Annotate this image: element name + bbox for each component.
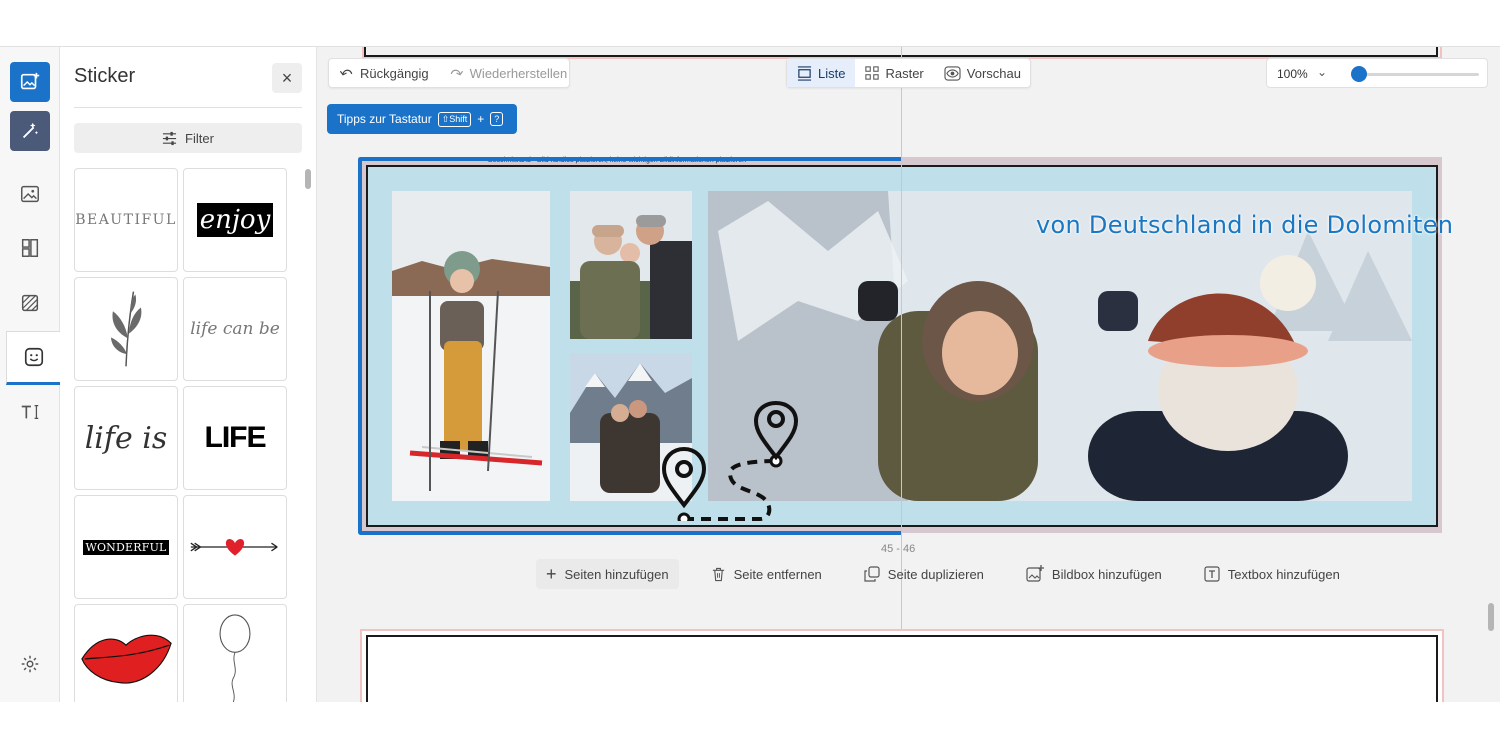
list-view-icon [797, 65, 812, 81]
zoom-slider-knob[interactable] [1351, 66, 1367, 82]
page-numbers: 45 - 46 [881, 543, 916, 555]
close-icon: × [281, 67, 293, 88]
next-spread-page[interactable] [366, 635, 1438, 702]
sticker-lips[interactable] [74, 604, 178, 702]
sticker-life-is-text: life is [84, 420, 168, 456]
redo-button[interactable]: Wiederherstellen [439, 59, 578, 87]
background-pattern-icon [21, 294, 39, 312]
stickers-button[interactable] [6, 331, 60, 385]
gear-icon [21, 655, 39, 673]
sticker-heart-arrow[interactable] [183, 495, 287, 599]
workspace-scrollbar-thumb[interactable] [1488, 603, 1494, 631]
selection-outline [358, 157, 902, 535]
chevron-down-icon[interactable]: ⌄ [1317, 65, 1327, 79]
layout-icon [21, 239, 39, 257]
workspace: Beschnittrand - Bild randlos platzieren,… [318, 47, 1500, 702]
leaf-branch-icon [111, 291, 142, 367]
image-plus-icon [20, 72, 40, 90]
redo-label: Wiederherstellen [469, 65, 568, 81]
sticker-life-text: LIFE [204, 421, 267, 454]
sticker-life-is[interactable]: life is [74, 386, 178, 490]
image-add-icon [1026, 565, 1044, 582]
view-grid-label: Raster [885, 65, 924, 81]
question-key-icon: ? [490, 112, 504, 126]
spread-headline[interactable]: von Deutschland in die Dolomiten [1036, 211, 1453, 239]
zoom-control: 100% ⌄ [1266, 58, 1488, 88]
trash-icon [712, 567, 724, 582]
view-grid-button[interactable]: Raster [855, 59, 933, 87]
plus-sign: + [477, 112, 485, 126]
sticker-life-can-be-text: life can be [190, 319, 280, 339]
view-list-button[interactable]: Liste [787, 59, 856, 87]
sticker-icon [24, 347, 43, 367]
view-list-label: Liste [818, 65, 846, 81]
undo-button[interactable]: Rückgängig [329, 59, 439, 87]
text-cursor-icon [21, 404, 39, 420]
filter-button[interactable]: Filter [74, 123, 302, 153]
filter-label: Filter [185, 130, 214, 146]
settings-button[interactable] [10, 644, 50, 684]
duplicate-icon [864, 566, 880, 582]
sticker-wonderful[interactable]: WONDERFUL [74, 495, 178, 599]
keyboard-tips-button[interactable]: Tipps zur Tastatur ⇧Shift + ? [327, 104, 517, 134]
sticker-panel: Sticker × Filter BEAUTIFUL enjoy life ca… [60, 47, 317, 702]
image-icon [21, 185, 39, 203]
layouts-button[interactable] [10, 228, 50, 268]
preview-label: Vorschau [966, 65, 1021, 81]
zoom-select[interactable]: 100% [1277, 67, 1308, 81]
remove-page-label: Seite entfernen [733, 566, 822, 582]
grid-view-icon [865, 66, 880, 80]
add-photos-button[interactable] [10, 62, 50, 102]
duplicate-page-label: Seite duplizieren [887, 566, 984, 582]
shift-key-icon: ⇧Shift [437, 111, 472, 127]
sticker-beautiful[interactable]: BEAUTIFUL [74, 168, 178, 272]
sticker-enjoy[interactable]: enjoy [183, 168, 287, 272]
panel-scrollbar-thumb[interactable] [305, 169, 311, 189]
add-pages-button[interactable]: + Seiten hinzufügen [536, 559, 679, 589]
close-panel-button[interactable]: × [272, 63, 302, 93]
text-button[interactable] [10, 392, 50, 432]
view-toolbar: Liste Raster Vorschau [786, 58, 1031, 88]
sticker-leaf-branch[interactable] [74, 277, 178, 381]
magic-wand-icon [22, 122, 39, 139]
backgrounds-button[interactable] [10, 283, 50, 323]
magic-wand-button[interactable] [10, 111, 50, 151]
zoom-slider-track[interactable] [1351, 73, 1479, 76]
eye-icon [944, 65, 961, 81]
remove-page-button[interactable]: Seite entfernen [701, 559, 832, 589]
balloon-icon [219, 614, 251, 702]
tool-rail [0, 47, 60, 702]
panel-divider [74, 107, 302, 108]
add-imagebox-label: Bildbox hinzufügen [1051, 566, 1162, 582]
undo-icon [339, 69, 353, 76]
panel-scrollbar[interactable] [305, 169, 311, 702]
add-pages-label: Seiten hinzufügen [564, 566, 669, 582]
add-imagebox-button[interactable]: Bildbox hinzufügen [1016, 559, 1172, 589]
sticker-enjoy-text: enjoy [196, 203, 274, 237]
lips-icon [81, 634, 172, 684]
undo-label: Rückgängig [360, 65, 429, 81]
photobook-editor: Sticker × Filter BEAUTIFUL enjoy life ca… [0, 46, 1500, 702]
history-toolbar: Rückgängig Wiederherstellen [328, 58, 570, 88]
spread-actions: + Seiten hinzufügen Seite entfernen Seit… [536, 559, 1350, 589]
sticker-life-can-be[interactable]: life can be [183, 277, 287, 381]
sliders-icon [162, 131, 177, 145]
sticker-wonderful-text: WONDERFUL [83, 539, 169, 555]
spine-fold-line [901, 47, 902, 702]
panel-title: Sticker [74, 65, 136, 87]
preview-button[interactable]: Vorschau [934, 59, 1031, 87]
add-textbox-button[interactable]: Textbox hinzufügen [1194, 559, 1350, 589]
keyboard-tips-label: Tipps zur Tastatur [337, 112, 432, 126]
images-button[interactable] [10, 174, 50, 214]
add-textbox-label: Textbox hinzufügen [1227, 566, 1340, 582]
sticker-balloon[interactable] [183, 604, 287, 702]
sticker-beautiful-text: BEAUTIFUL [75, 212, 177, 228]
heart-arrow-icon [190, 539, 278, 556]
textbox-icon [1204, 566, 1220, 582]
plus-icon: + [546, 564, 557, 584]
duplicate-page-button[interactable]: Seite duplizieren [854, 559, 994, 589]
redo-icon [450, 69, 463, 76]
sticker-life[interactable]: LIFE [183, 386, 287, 490]
